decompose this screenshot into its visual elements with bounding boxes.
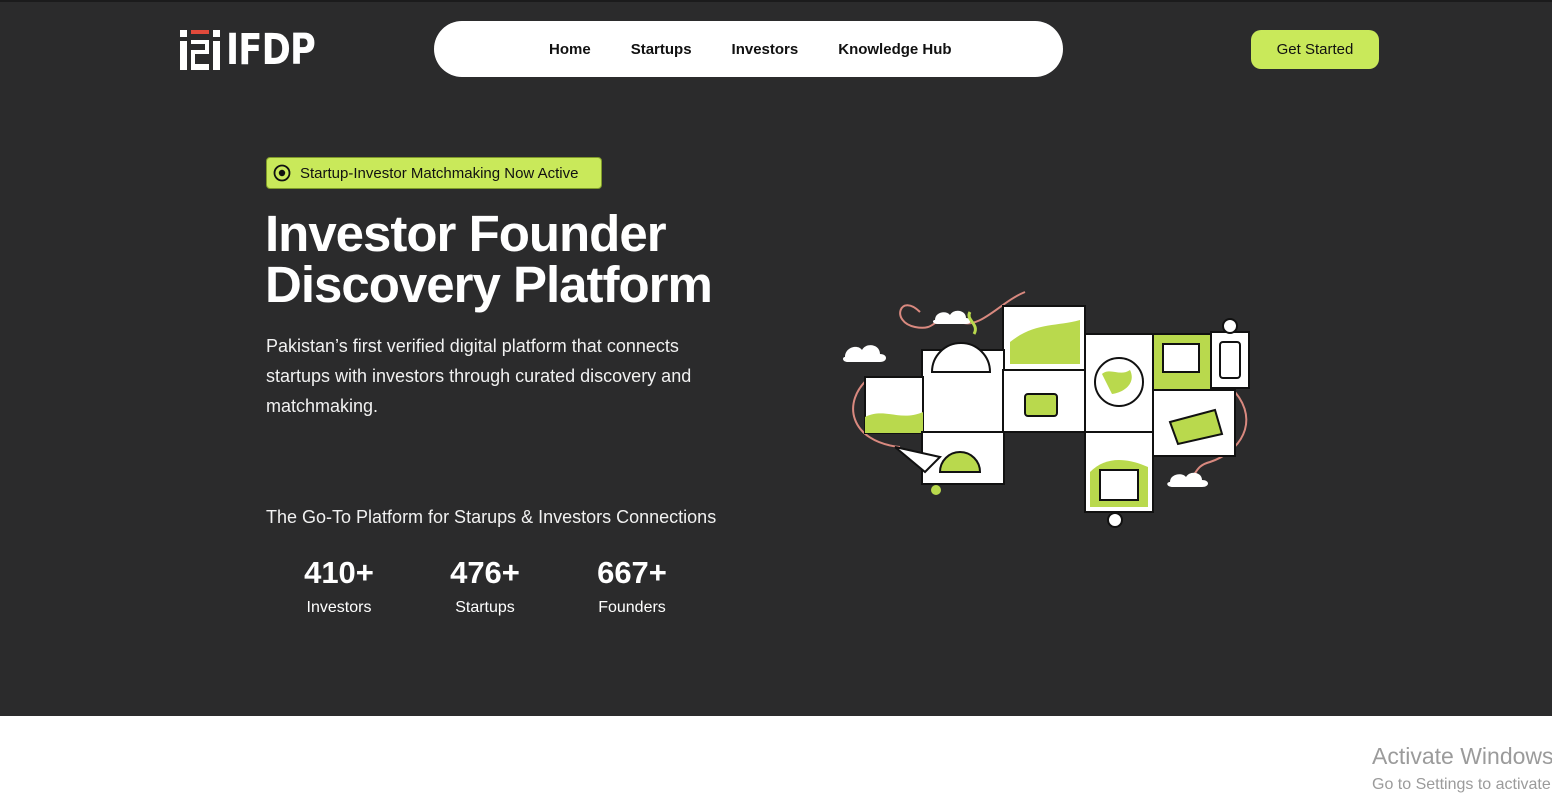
stat-investors: 410+ Investors [298, 555, 380, 617]
main-nav: Home Startups Investors Knowledge Hub [434, 21, 1063, 77]
logo-text: IFDP [226, 25, 316, 75]
get-started-button[interactable]: Get Started [1251, 30, 1379, 69]
title-line-2: Discovery Platform [265, 256, 713, 313]
badge-text: Startup-Investor Matchmaking Now Active [300, 164, 579, 182]
nav-investors[interactable]: Investors [732, 41, 799, 58]
hero-description: Pakistan’s first verified digital platfo… [266, 336, 692, 416]
stat-founders: 667+ Founders [591, 555, 673, 617]
watermark-subtitle: Go to Settings to activate Windows. [1372, 776, 1552, 793]
hero-tagline: The Go-To Platform for Starups & Investo… [266, 507, 717, 527]
stat-startups: 476+ Startups [444, 555, 526, 617]
site-logo[interactable]: IFDP [178, 26, 335, 74]
hero-section: IFDP Home Startups Investors Knowledge H… [0, 0, 1552, 716]
windows-activation-watermark: Activate Windows Go to Settings to activ… [1372, 742, 1552, 796]
status-badge: Startup-Investor Matchmaking Now Active [266, 157, 602, 189]
stat-label: Investors [306, 599, 372, 616]
title-line-1: Investor Founder [265, 205, 667, 262]
stat-value: 476+ [450, 555, 520, 590]
stat-value: 410+ [304, 555, 374, 590]
pakistan-puzzle-illustration [843, 291, 1250, 528]
stat-label: Startups [455, 599, 515, 616]
stat-label: Founders [598, 599, 666, 616]
nav-home[interactable]: Home [549, 41, 591, 58]
nav-knowledge-hub[interactable]: Knowledge Hub [838, 41, 951, 58]
logo-mark-icon [180, 30, 220, 70]
page-title: Investor Founder Discovery Platform [265, 208, 825, 310]
nav-startups[interactable]: Startups [631, 41, 692, 58]
watermark-title: Activate Windows [1372, 743, 1552, 769]
stat-value: 667+ [597, 555, 667, 590]
radio-dot-icon [273, 164, 291, 182]
